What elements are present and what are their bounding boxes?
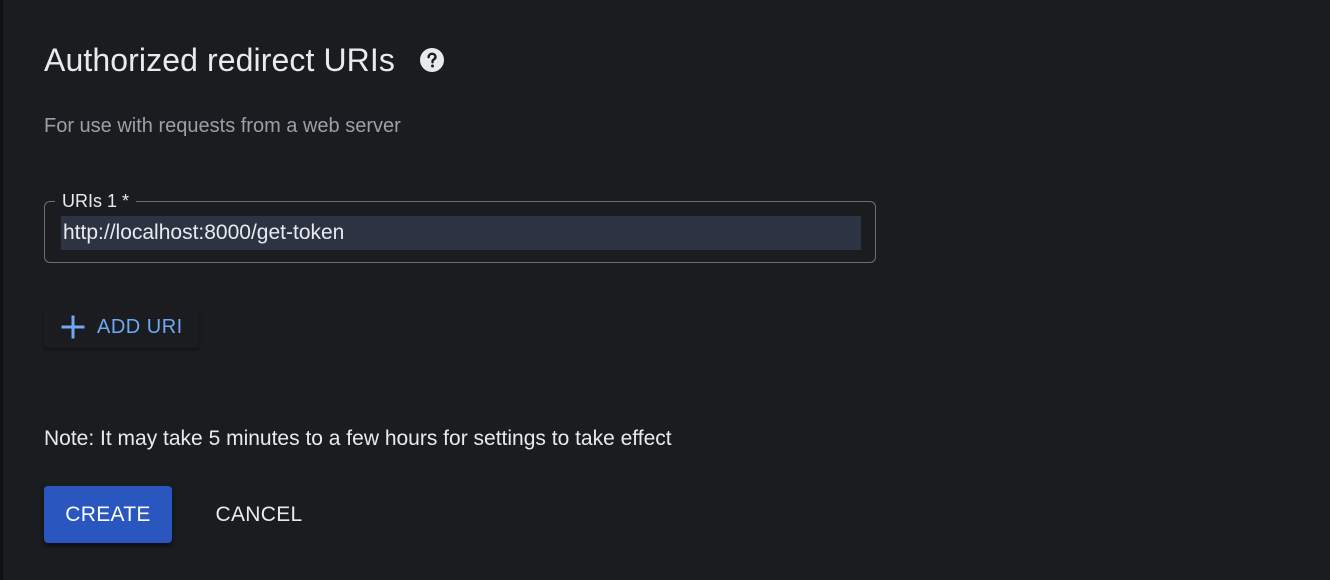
uri-field-label: URIs 1 * (55, 190, 137, 212)
add-uri-label: ADD URI (97, 315, 183, 338)
help-circle-icon[interactable] (419, 47, 445, 73)
create-button[interactable]: CREATE (44, 486, 172, 543)
section-subtitle: For use with requests from a web server (44, 115, 401, 137)
uri-input[interactable] (61, 216, 861, 250)
cancel-button[interactable]: CANCEL (198, 486, 320, 543)
section-header: Authorized redirect URIs (44, 38, 445, 82)
uri-field: URIs 1 * (44, 190, 876, 263)
settings-note: Note: It may take 5 minutes to a few hou… (44, 427, 672, 450)
section-title: Authorized redirect URIs (44, 42, 395, 78)
add-uri-button[interactable]: ADD URI (44, 306, 199, 348)
plus-icon (60, 314, 86, 340)
panel-edge (0, 0, 3, 580)
